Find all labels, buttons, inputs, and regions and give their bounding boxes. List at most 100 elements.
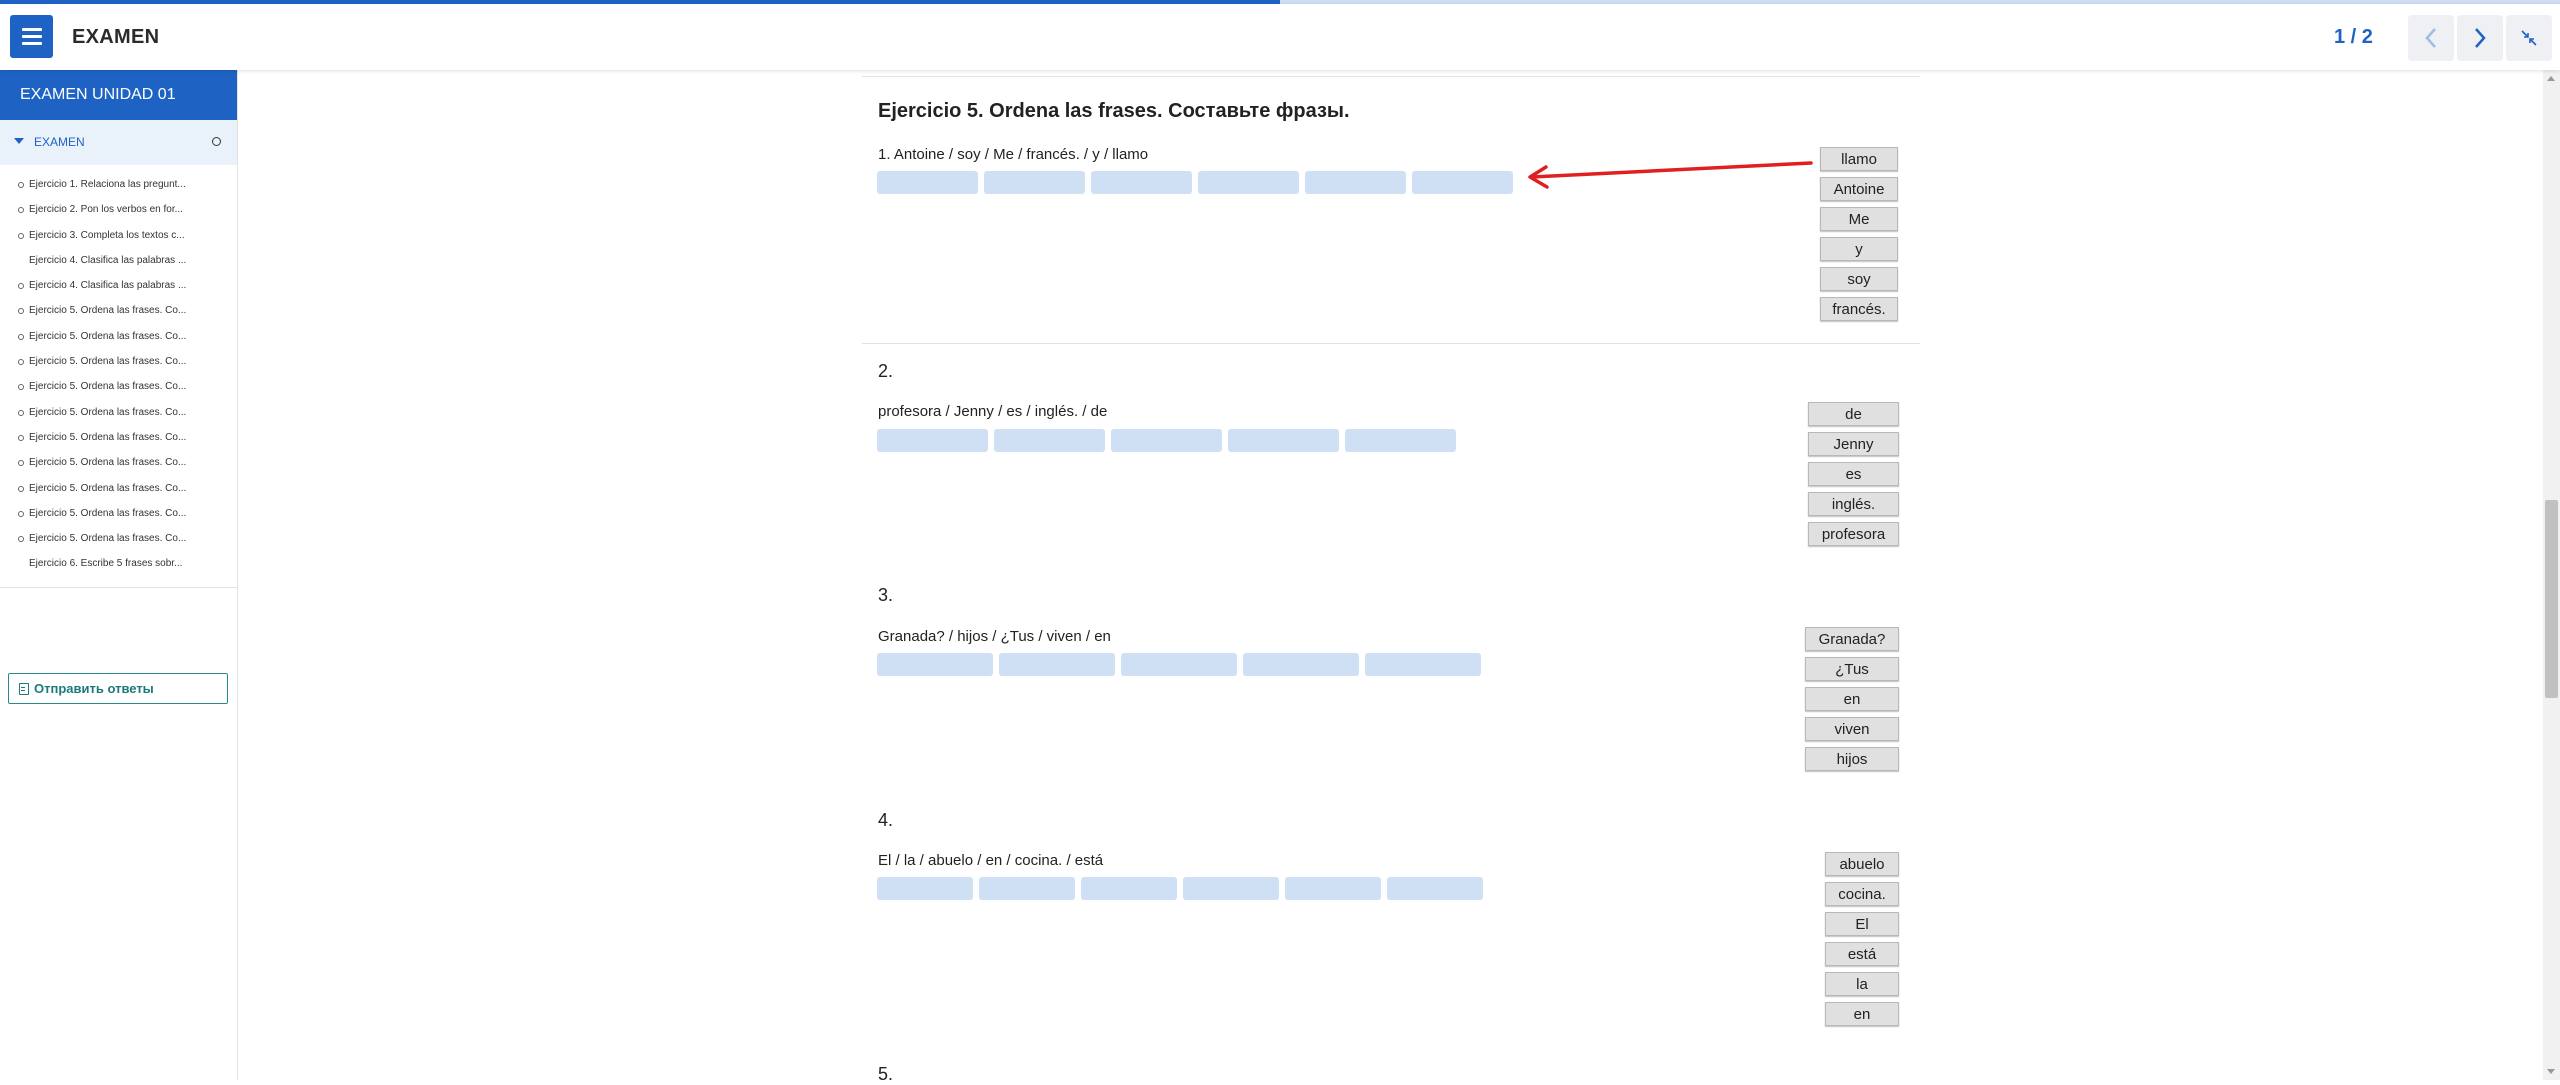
answer-slot[interactable]: [1111, 429, 1222, 452]
answer-slot[interactable]: [1081, 877, 1177, 900]
answer-slot[interactable]: [877, 653, 993, 676]
sidebar-item-exercise[interactable]: Ejercicio 4. Clasifica las palabras ...: [0, 250, 237, 275]
sidebar-item-exercise[interactable]: Ejercicio 6. Escribe 5 frases sobr...: [0, 553, 237, 578]
sidebar-item-exercise[interactable]: Ejercicio 5. Ordena las frases. Co...: [0, 452, 237, 477]
question-divider: [862, 343, 1920, 344]
word-chip[interactable]: llamo: [1820, 147, 1898, 171]
sidebar-item-exercise[interactable]: Ejercicio 1. Relaciona las pregunt...: [0, 174, 237, 199]
collapse-view-button[interactable]: [2506, 15, 2552, 61]
collapse-arrows-icon: [2521, 30, 2537, 46]
vertical-scrollbar[interactable]: [2543, 70, 2560, 1080]
word-chip[interactable]: en: [1825, 1002, 1899, 1026]
question-3-word-bank: Granada? ¿Tus en viven hijos: [1805, 627, 1899, 771]
document-icon: [19, 682, 29, 695]
answer-slot[interactable]: [877, 429, 988, 452]
answer-slot[interactable]: [994, 429, 1105, 452]
word-chip[interactable]: soy: [1820, 267, 1898, 291]
answer-slot[interactable]: [1412, 171, 1513, 194]
answer-slot[interactable]: [877, 171, 978, 194]
answer-slot[interactable]: [999, 653, 1115, 676]
chevron-right-icon: [2475, 28, 2486, 48]
answer-slot[interactable]: [1345, 429, 1456, 452]
sidebar-item-exercise[interactable]: Ejercicio 3. Completa los textos c...: [0, 225, 237, 250]
sidebar-section-examen[interactable]: EXAMEN: [0, 120, 237, 165]
question-4-word-bank: abuelo cocina. El está la en: [1825, 852, 1899, 1026]
caret-down-icon: [14, 138, 24, 144]
word-chip[interactable]: cocina.: [1825, 882, 1899, 906]
sidebar-item-label: Ejercicio 5. Ordena las frases. Co...: [29, 533, 187, 545]
word-chip[interactable]: abuelo: [1825, 852, 1899, 876]
word-chip[interactable]: Me: [1820, 207, 1898, 231]
word-chip[interactable]: viven: [1805, 717, 1899, 741]
word-chip[interactable]: está: [1825, 942, 1899, 966]
question-1-word-bank: llamo Antoine Me y soy francés.: [1820, 147, 1898, 321]
sidebar-item-exercise[interactable]: Ejercicio 5. Ordena las frases. Co...: [0, 326, 237, 351]
answer-slot[interactable]: [1365, 653, 1481, 676]
answer-slot[interactable]: [1285, 877, 1381, 900]
sidebar-item-exercise[interactable]: Ejercicio 5. Ordena las frases. Co...: [0, 478, 237, 503]
word-chip[interactable]: es: [1808, 462, 1899, 486]
sidebar-item-label: Ejercicio 5. Ordena las frases. Co...: [29, 507, 187, 519]
sidebar-item-exercise[interactable]: Ejercicio 5. Ordena las frases. Co...: [0, 503, 237, 528]
sidebar-item-exercise[interactable]: Ejercicio 5. Ordena las frases. Co...: [0, 402, 237, 427]
sidebar-item-exercise[interactable]: Ejercicio 5. Ordena las frases. Co...: [0, 300, 237, 325]
word-chip[interactable]: Jenny: [1808, 432, 1899, 456]
word-chip[interactable]: hijos: [1805, 747, 1899, 771]
sidebar-item-exercise[interactable]: Ejercicio 4. Clasifica las palabras ...: [0, 275, 237, 300]
word-chip[interactable]: inglés.: [1808, 492, 1899, 516]
answer-slot[interactable]: [979, 877, 1075, 900]
sidebar: EXAMEN UNIDAD 01 EXAMEN Ejercicio 1. Rel…: [0, 70, 238, 1080]
sidebar-item-exercise[interactable]: Ejercicio 5. Ordena las frases. Co...: [0, 351, 237, 376]
sidebar-item-label: Ejercicio 6. Escribe 5 frases sobr...: [29, 558, 183, 570]
sidebar-divider: [0, 586, 237, 588]
question-3-prompt: Granada? / hijos / ¿Tus / viven / en: [878, 628, 1111, 645]
status-dot-icon: [18, 308, 24, 315]
answer-slot[interactable]: [1305, 171, 1406, 194]
word-chip[interactable]: Antoine: [1820, 177, 1898, 201]
question-4-answer-slots: [877, 877, 1483, 900]
hamburger-icon: [21, 28, 42, 31]
submit-answers-button[interactable]: Отправить ответы: [8, 673, 228, 704]
word-chip[interactable]: Granada?: [1805, 627, 1899, 651]
sidebar-item-exercise[interactable]: Ejercicio 2. Pon los verbos en for...: [0, 199, 237, 224]
hamburger-menu-button[interactable]: [10, 15, 53, 58]
scrollbar-thumb[interactable]: [2545, 500, 2558, 698]
word-chip[interactable]: en: [1805, 687, 1899, 711]
answer-slot[interactable]: [1183, 877, 1279, 900]
word-chip[interactable]: de: [1808, 402, 1899, 426]
answer-slot[interactable]: [1387, 877, 1483, 900]
answer-slot[interactable]: [1121, 653, 1237, 676]
word-chip[interactable]: y: [1820, 237, 1898, 261]
question-2-number: 2.: [878, 361, 894, 381]
status-dot-icon: [18, 460, 24, 467]
word-chip[interactable]: El: [1825, 912, 1899, 936]
next-page-button[interactable]: [2457, 15, 2503, 61]
scroll-up-arrow-icon[interactable]: [2547, 76, 2555, 81]
previous-page-button[interactable]: [2408, 15, 2454, 61]
status-dot-icon: [18, 207, 24, 214]
word-chip[interactable]: profesora: [1808, 522, 1899, 546]
submit-answers-label: Отправить ответы: [34, 681, 154, 696]
answer-slot[interactable]: [1228, 429, 1339, 452]
sidebar-item-exercise[interactable]: Ejercicio 5. Ordena las frases. Co...: [0, 376, 237, 401]
answer-slot[interactable]: [984, 171, 1085, 194]
sidebar-item-label: Ejercicio 5. Ordena las frases. Co...: [29, 406, 187, 418]
answer-slot[interactable]: [1198, 171, 1299, 194]
scroll-down-arrow-icon[interactable]: [2547, 1069, 2555, 1074]
question-1-answer-slots: [877, 171, 1513, 194]
word-chip[interactable]: la: [1825, 972, 1899, 996]
sidebar-item-exercise[interactable]: Ejercicio 5. Ordena las frases. Co...: [0, 427, 237, 452]
sidebar-item-exercise[interactable]: Ejercicio 5. Ordena las frases. Co...: [0, 528, 237, 553]
sidebar-item-label: Ejercicio 5. Ordena las frases. Co...: [29, 381, 187, 393]
sidebar-item-label: Ejercicio 5. Ordena las frases. Co...: [29, 330, 187, 342]
word-chip[interactable]: ¿Tus: [1805, 657, 1899, 681]
answer-slot[interactable]: [877, 877, 973, 900]
answer-slot[interactable]: [1243, 653, 1359, 676]
sidebar-item-label: Ejercicio 4. Clasifica las palabras ...: [29, 254, 187, 266]
sidebar-item-label: Ejercicio 2. Pon los verbos en for...: [29, 204, 183, 216]
sidebar-item-label: Ejercicio 5. Ordena las frases. Co...: [29, 457, 187, 469]
status-dot-icon: [18, 232, 24, 239]
answer-slot[interactable]: [1091, 171, 1192, 194]
sidebar-section-label: EXAMEN: [34, 135, 85, 149]
word-chip[interactable]: francés.: [1820, 297, 1898, 321]
